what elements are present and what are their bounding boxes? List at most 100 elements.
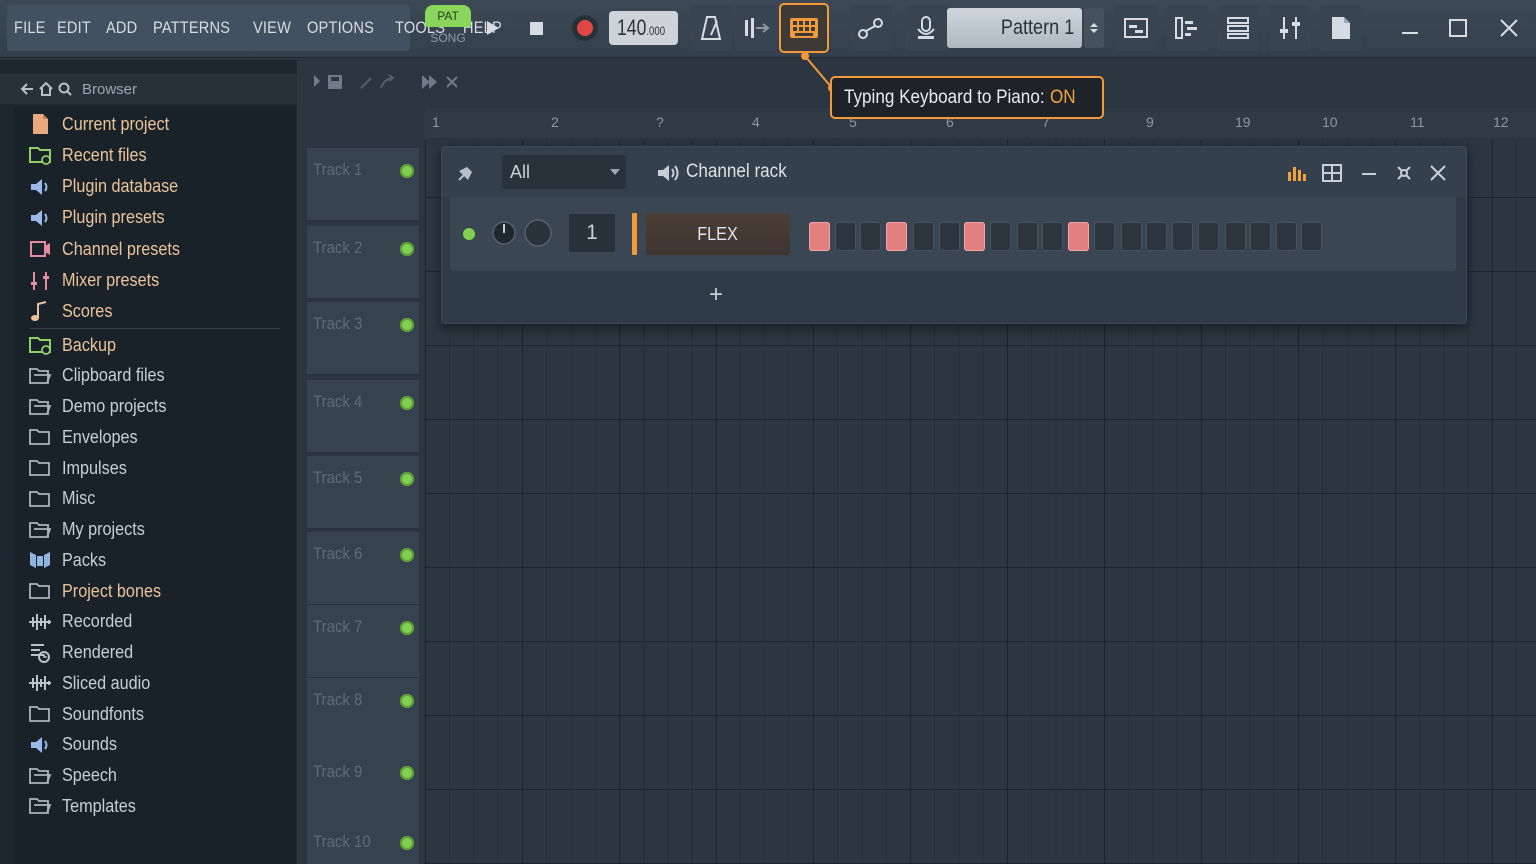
browser-item-label: Plugin presets xyxy=(62,207,165,228)
browser-item-channel-presets[interactable]: Channel presets xyxy=(28,235,193,263)
channel-filter-dropdown[interactable]: All xyxy=(502,155,626,189)
speaker-icon xyxy=(658,165,679,181)
mixer-track-route[interactable]: 1 xyxy=(568,213,616,253)
browser-item-templates[interactable]: Templates xyxy=(28,792,144,820)
track-led-icon[interactable] xyxy=(400,396,414,410)
step-button[interactable] xyxy=(834,222,856,251)
channel-led-icon[interactable] xyxy=(462,227,476,241)
volume-knob-icon[interactable] xyxy=(524,219,552,247)
step-button[interactable] xyxy=(912,222,934,251)
browser-item-rendered[interactable]: Rendered xyxy=(28,639,141,667)
browser-item-plugin-database[interactable]: Plugin database xyxy=(28,173,191,201)
browser-item-label: Channel presets xyxy=(62,238,180,259)
track-header[interactable]: Track 5 xyxy=(307,456,419,530)
browser-item-recent-files[interactable]: Recent files xyxy=(28,141,156,169)
step-button[interactable] xyxy=(1042,222,1064,251)
track-led-icon[interactable] xyxy=(400,694,414,708)
track-label: Track 1 xyxy=(313,160,363,179)
channel-rack-title: Channel rack xyxy=(686,161,787,182)
layout-icon[interactable] xyxy=(1322,164,1342,182)
browser-item-plugin-presets[interactable]: Plugin presets xyxy=(28,204,176,232)
browser-item-project-bones[interactable]: Project bones xyxy=(28,577,172,605)
track-led-icon[interactable] xyxy=(400,164,414,178)
channel-name-button[interactable]: FLEX xyxy=(646,213,790,255)
browser-item-label: Demo projects xyxy=(62,396,167,416)
browser-item-sliced-audio[interactable]: Sliced audio xyxy=(28,669,160,697)
browser-item-soundfonts[interactable]: Soundfonts xyxy=(28,700,153,728)
track-led-icon[interactable] xyxy=(400,318,414,332)
step-button[interactable] xyxy=(1093,222,1115,251)
channel-filter-value: All xyxy=(510,161,531,182)
hint-tooltip: Typing Keyboard to Piano: ON xyxy=(830,76,1104,119)
step-button[interactable] xyxy=(1224,222,1246,251)
step-button[interactable] xyxy=(1120,222,1142,251)
pan-knob-icon[interactable] xyxy=(492,221,516,245)
track-header[interactable]: Track 4 xyxy=(307,380,419,454)
graph-editor-icon[interactable] xyxy=(1287,164,1307,182)
note-icon xyxy=(28,300,52,324)
browser-item-sounds[interactable]: Sounds xyxy=(28,731,123,759)
track-led-icon[interactable] xyxy=(400,472,414,486)
browser-item-my-projects[interactable]: My projects xyxy=(28,516,154,544)
track-led-icon[interactable] xyxy=(400,621,414,635)
browser-item-speech[interactable]: Speech xyxy=(28,762,123,790)
step-button[interactable] xyxy=(1016,222,1038,251)
browser-item-scores[interactable]: Scores xyxy=(28,298,118,326)
track-header[interactable]: Track 2 xyxy=(307,226,419,300)
speaker-icon xyxy=(28,733,52,757)
browser-item-impulses[interactable]: Impulses xyxy=(28,454,134,482)
track-header[interactable]: Track 6 xyxy=(307,532,419,606)
folder-icon xyxy=(28,487,52,511)
step-button[interactable] xyxy=(938,222,960,251)
browser-item-demo-projects[interactable]: Demo projects xyxy=(28,393,178,421)
step-button[interactable] xyxy=(1171,222,1193,251)
browser-item-mixer-presets[interactable]: Mixer presets xyxy=(28,267,170,295)
browser-item-recorded[interactable]: Recorded xyxy=(28,608,140,636)
browser-item-packs[interactable]: Packs xyxy=(28,546,111,574)
channel-name: FLEX xyxy=(697,223,739,244)
browser-item-envelopes[interactable]: Envelopes xyxy=(28,423,146,451)
track-led-icon[interactable] xyxy=(400,836,414,850)
minimize-icon[interactable] xyxy=(1360,164,1378,182)
track-header[interactable]: Track 10 xyxy=(307,820,419,864)
step-button[interactable] xyxy=(964,222,986,251)
browser-item-label: Plugin database xyxy=(62,176,179,197)
track-header[interactable]: Track 7 xyxy=(307,605,419,679)
step-button[interactable] xyxy=(860,222,882,251)
track-header[interactable]: Track 3 xyxy=(307,302,419,376)
track-label: Track 9 xyxy=(313,762,363,781)
speaker-icon xyxy=(28,175,52,199)
step-button[interactable] xyxy=(1301,222,1323,251)
hint-connector xyxy=(801,52,836,92)
step-button[interactable] xyxy=(1250,222,1272,251)
step-button[interactable] xyxy=(989,222,1011,251)
close-icon[interactable] xyxy=(1429,164,1447,182)
browser-item-clipboard-files[interactable]: Clipboard files xyxy=(28,362,176,390)
track-led-icon[interactable] xyxy=(400,766,414,780)
browser-item-label: Impulses xyxy=(62,457,127,478)
browser-item-label: Rendered xyxy=(62,642,134,662)
add-channel-button[interactable]: + xyxy=(704,283,728,307)
step-button[interactable] xyxy=(885,222,907,251)
track-header[interactable]: Track 1 xyxy=(307,148,419,222)
pin-icon[interactable] xyxy=(456,163,476,183)
channel-select-indicator[interactable] xyxy=(632,213,637,255)
channel-rack-header[interactable]: All Channel rack xyxy=(442,147,1466,197)
track-header[interactable]: Track 8 xyxy=(307,678,419,752)
browser-item-label: Recent files xyxy=(62,144,147,165)
track-led-icon[interactable] xyxy=(400,548,414,562)
browser-item-label: Project bones xyxy=(62,580,162,601)
detach-icon[interactable] xyxy=(1395,164,1413,182)
add-channel-label: + xyxy=(708,281,723,308)
step-button[interactable] xyxy=(1275,222,1297,251)
track-led-icon[interactable] xyxy=(400,242,414,256)
step-button[interactable] xyxy=(1068,222,1089,251)
step-button[interactable] xyxy=(1146,222,1168,251)
track-label: Track 4 xyxy=(313,392,363,411)
folder-icon xyxy=(28,456,52,480)
step-button[interactable] xyxy=(1197,222,1219,251)
browser-item-misc[interactable]: Misc xyxy=(28,485,99,513)
track-header[interactable]: Track 9 xyxy=(307,750,419,824)
step-button[interactable] xyxy=(809,222,830,251)
browser-item-backup[interactable]: Backup xyxy=(28,331,122,359)
